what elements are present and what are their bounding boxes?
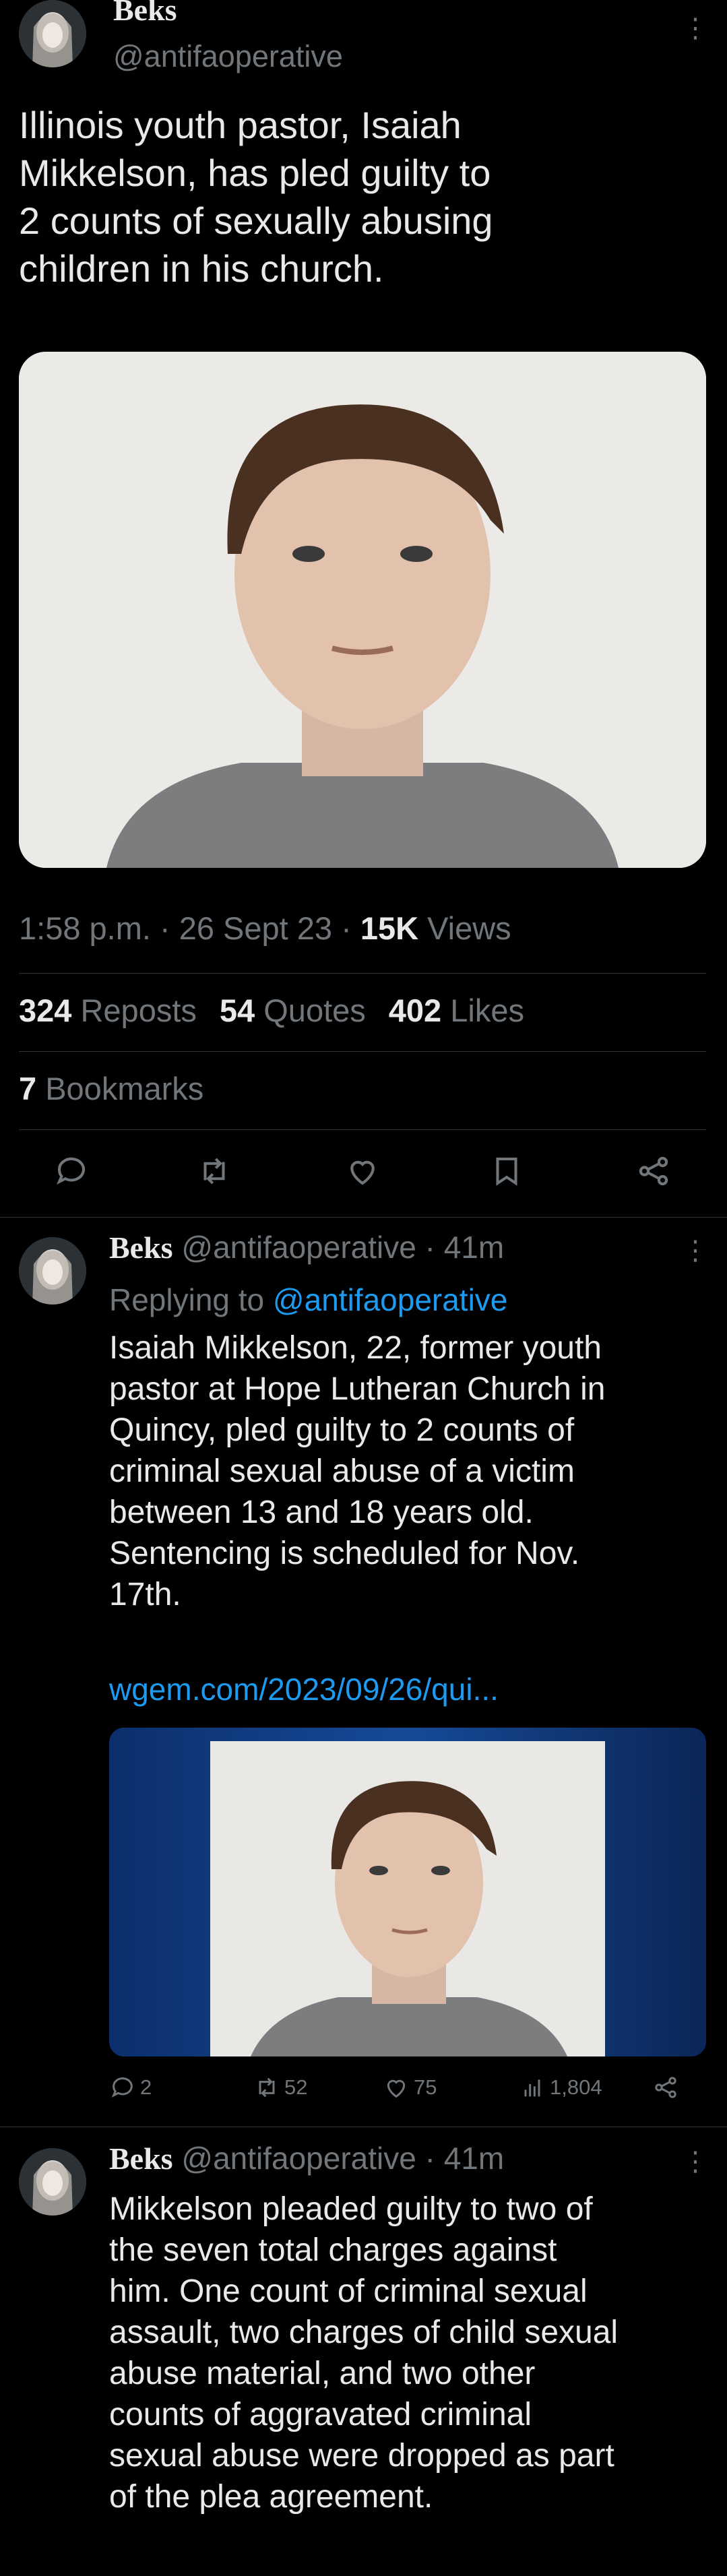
reply-text: Mikkelson pleaded guilty to two of the s… [109,2191,619,2515]
views-label: Views [418,910,511,946]
reposts-label: Reposts [71,993,197,1028]
likes-count: 402 [388,993,442,1028]
views-icon [524,2079,540,2097]
avatar[interactable] [19,0,86,67]
quotes-count: 54 [219,993,255,1028]
reposts-stat[interactable]: 324 Reposts [19,993,197,1028]
tweet-meta: 1:58 p.m. · 26 Sept 23 · 15K Views [19,910,511,947]
likes-stat[interactable]: 402 Likes [389,993,524,1028]
link-card-image[interactable] [109,1728,706,2056]
replying-to: Replying to @antifaoperative [109,1282,507,1318]
avatar[interactable] [19,2148,86,2216]
like-action[interactable]: 75 [383,2074,437,2101]
tweet-text: Illinois youth pastor, Isaiah Mikkelson,… [19,104,493,290]
divider [19,1051,706,1052]
divider [19,973,706,974]
share-icon[interactable] [652,2074,679,2104]
handle[interactable]: @antifaoperative [181,2141,416,2176]
views-count: 1,804 [550,2075,602,2099]
bookmark-icon[interactable] [486,1151,527,1191]
display-name[interactable]: Beks [109,2141,173,2176]
reply-header: Beks @antifaoperative · 41m [109,1229,504,1265]
display-name[interactable]: Beks [109,1230,173,1265]
reposts-count: 324 [19,993,72,1028]
replying-prefix: Replying to [109,1282,273,1317]
views-count: 15K [360,910,419,946]
avatar[interactable] [19,1237,86,1305]
reply-icon [111,2077,133,2098]
handle[interactable]: @antifaoperative [181,1230,416,1265]
reply-count: 2 [140,2075,152,2099]
divider [19,1129,706,1130]
replying-handle[interactable]: @antifaoperative [273,1282,507,1317]
like-count: 75 [414,2075,437,2099]
quotes-label: Quotes [255,993,366,1028]
bookmarks-count: 7 [19,1071,37,1106]
repost-action[interactable]: 52 [253,2074,307,2101]
bookmarks-label: Bookmarks [36,1071,204,1106]
post-age[interactable]: · 41m [416,1230,505,1265]
views-action[interactable]: 1,804 [519,2074,602,2101]
tweet-photo[interactable] [19,352,706,868]
repost-icon [259,2077,275,2098]
more-options-icon[interactable]: ⋮ [682,15,709,42]
engagement-stats: 324 Reposts 54 Quotes 402 Likes [19,992,524,1029]
more-options-icon[interactable]: ⋮ [682,1237,709,1264]
reply-icon[interactable] [51,1151,92,1191]
timestamp[interactable]: 1:58 p.m. · 26 Sept 23 · [19,910,360,946]
like-icon[interactable] [342,1151,383,1191]
reply-action[interactable]: 2 [109,2074,152,2101]
article-link[interactable]: wgem.com/2023/09/26/qui... [109,1671,499,1707]
handle[interactable]: @antifaoperative [113,39,343,74]
repost-count: 52 [284,2075,308,2099]
like-icon [387,2079,406,2098]
likes-label: Likes [441,993,524,1028]
divider [0,1217,727,1218]
reply-text: Isaiah Mikkelson, 22, former youth pasto… [109,1330,606,1612]
repost-icon[interactable] [194,1151,234,1191]
display-name[interactable]: Beks [113,0,177,28]
more-options-icon[interactable]: ⋮ [682,2148,709,2175]
share-icon[interactable] [633,1151,674,1191]
post-age[interactable]: · 41m [416,2141,505,2176]
bookmarks-stat[interactable]: 7 Bookmarks [19,1070,203,1107]
reply-header: Beks @antifaoperative · 41m [109,2140,504,2176]
quotes-stat[interactable]: 54 Quotes [220,993,366,1028]
